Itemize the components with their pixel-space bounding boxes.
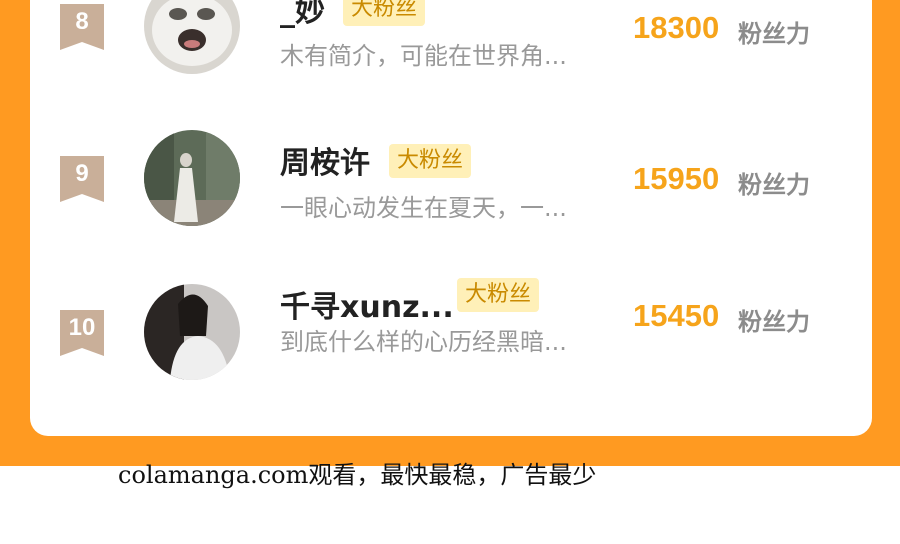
rank-number: 8 [75,8,89,35]
rank-badge: 8 [60,4,104,50]
fan-ranking-card: 8 _妙 大粉丝 木有简介，可能在世界角... 18300 粉丝力 9 周桉许 … [30,0,872,436]
rank-badge: 9 [60,156,104,202]
fan-level-badge: 大粉丝 [389,144,472,178]
fan-list-item[interactable]: 8 _妙 大粉丝 木有简介，可能在世界角... 18300 粉丝力 [30,0,872,90]
fan-power-unit: 粉丝力 [738,308,810,336]
rank-number: 9 [75,160,89,187]
user-intro: 一眼心动发生在夏天，一... [280,194,567,222]
fan-power-unit: 粉丝力 [738,20,810,48]
user-intro: 木有简介，可能在世界角... [280,42,567,70]
rank-badge: 10 [60,310,104,356]
fan-list-item[interactable]: 10 千寻xunz... 大粉丝 到底什么样的心历经黑暗... 15450 粉丝… [30,278,872,392]
avatar[interactable] [144,130,240,226]
fan-power-value: 15450 [633,298,720,333]
user-intro: 到底什么样的心历经黑暗... [280,328,567,356]
avatar[interactable] [144,284,240,380]
fan-power-value: 15950 [633,161,720,196]
user-name[interactable]: _妙 [280,0,325,30]
user-name[interactable]: 周桉许 [280,138,370,182]
fan-power-unit: 粉丝力 [738,171,810,199]
fan-level-badge: 大粉丝 [457,278,540,312]
rank-number: 10 [68,314,96,341]
avatar[interactable] [144,0,240,74]
user-name[interactable]: 千寻xunz... [280,282,454,326]
fan-power-value: 18300 [633,10,720,45]
watermark-footer: colamanga.com观看，最快最稳，广告最少 [118,461,597,489]
fan-list-item[interactable]: 9 周桉许 大粉丝 一眼心动发生在夏天，一... 15950 粉丝力 [30,130,872,240]
fan-level-badge: 大粉丝 [343,0,426,26]
